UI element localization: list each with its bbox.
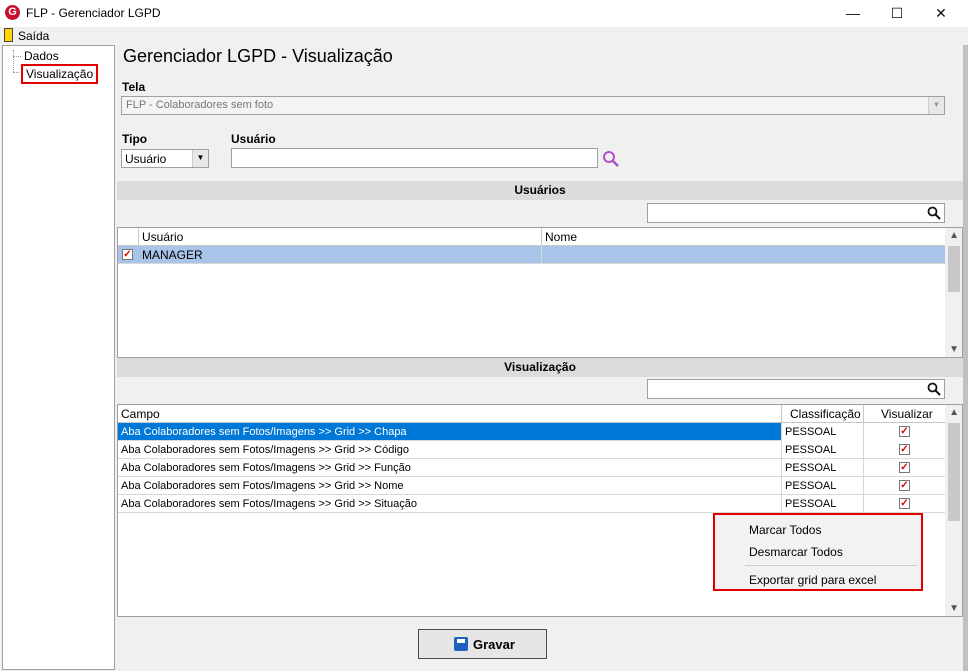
window-title: FLP - Gerenciador LGPD: [26, 6, 161, 20]
vis-header-visualizar[interactable]: Visualizar: [864, 405, 946, 423]
usuario-label: Usuário: [231, 132, 276, 146]
table-row[interactable]: Aba Colaboradores sem Fotos/Imagens >> G…: [118, 495, 946, 513]
save-button[interactable]: Gravar: [418, 629, 547, 659]
table-row[interactable]: Aba Colaboradores sem Fotos/Imagens >> G…: [118, 423, 946, 441]
tela-select[interactable]: FLP - Colaboradores sem foto ▼: [121, 96, 945, 115]
close-button[interactable]: ✕: [918, 0, 964, 27]
visualizar-checkbox[interactable]: ✓: [899, 444, 910, 455]
tela-select-value: FLP - Colaboradores sem foto: [126, 99, 274, 111]
background-window-edge: [963, 45, 968, 671]
vis-row-classificacao: PESSOAL: [782, 441, 864, 459]
menu-exit[interactable]: Saída: [18, 29, 49, 43]
users-section-header: Usuários: [117, 181, 963, 200]
tree-connector: [13, 50, 14, 72]
vis-header-classificacao[interactable]: Classificação: [782, 405, 864, 423]
user-row-nome: [542, 246, 946, 264]
users-scrollbar[interactable]: ▲ ▼: [945, 228, 962, 357]
vis-row-classificacao: PESSOAL: [782, 459, 864, 477]
menu-item-desmarcar-todos[interactable]: Desmarcar Todos: [749, 545, 843, 559]
save-button-label: Gravar: [473, 637, 515, 652]
navigation-tree: [2, 45, 115, 670]
minimize-button[interactable]: —: [830, 0, 876, 27]
tipo-select[interactable]: Usuário ▼: [121, 149, 209, 168]
vis-row-visualizar: ✓: [864, 423, 946, 441]
table-row[interactable]: ✓ MANAGER: [118, 246, 946, 264]
vis-header-campo[interactable]: Campo: [118, 405, 782, 423]
vis-row-classificacao: PESSOAL: [782, 477, 864, 495]
users-grid: Usuário Nome ✓ MANAGER ▲ ▼: [117, 227, 963, 358]
chevron-down-icon[interactable]: ▼: [192, 150, 208, 167]
page-title: Gerenciador LGPD - Visualização: [123, 46, 393, 66]
tree-item-visualizacao[interactable]: Visualização: [21, 64, 99, 84]
table-row[interactable]: Aba Colaboradores sem Fotos/Imagens >> G…: [118, 459, 946, 477]
vis-row-visualizar: ✓: [864, 441, 946, 459]
maximize-button[interactable]: ☐: [874, 0, 920, 27]
exit-door-icon[interactable]: [4, 28, 13, 42]
users-header-check: [118, 228, 139, 246]
search-icon[interactable]: [602, 150, 620, 168]
vis-row-campo: Aba Colaboradores sem Fotos/Imagens >> G…: [118, 441, 782, 459]
app-logo-icon: G: [5, 5, 20, 20]
visualizar-checkbox[interactable]: ✓: [899, 480, 910, 491]
chevron-down-icon[interactable]: ▼: [928, 97, 944, 114]
table-row[interactable]: Aba Colaboradores sem Fotos/Imagens >> G…: [118, 441, 946, 459]
vis-scrollbar[interactable]: ▲ ▼: [945, 405, 962, 616]
tipo-label: Tipo: [122, 132, 148, 146]
search-icon[interactable]: [927, 206, 941, 220]
vis-row-visualizar: ✓: [864, 459, 946, 477]
vis-row-campo: Aba Colaboradores sem Fotos/Imagens >> G…: [118, 459, 782, 477]
user-row-usuario: MANAGER: [139, 246, 542, 264]
menu-separator: [745, 565, 917, 566]
visualizar-checkbox[interactable]: ✓: [899, 426, 910, 437]
tipo-select-value: Usuário: [125, 152, 167, 166]
vis-row-visualizar: ✓: [864, 477, 946, 495]
tree-item-dados[interactable]: Dados: [24, 49, 59, 63]
visualizar-checkbox[interactable]: ✓: [899, 498, 910, 509]
vis-row-classificacao: PESSOAL: [782, 423, 864, 441]
users-filter-input[interactable]: [647, 203, 945, 223]
vis-row-classificacao: PESSOAL: [782, 495, 864, 513]
menu-item-marcar-todos[interactable]: Marcar Todos: [749, 523, 821, 537]
vis-section-header: Visualização: [117, 358, 963, 377]
vis-row-campo: Aba Colaboradores sem Fotos/Imagens >> G…: [118, 495, 782, 513]
tree-connector: [13, 56, 21, 57]
tree-connector: [13, 72, 19, 73]
vis-row-campo: Aba Colaboradores sem Fotos/Imagens >> G…: [118, 423, 782, 441]
users-header-usuario[interactable]: Usuário: [139, 228, 542, 246]
vis-filter-input[interactable]: [647, 379, 945, 399]
context-menu: Marcar Todos Desmarcar Todos Exportar gr…: [713, 513, 923, 591]
usuario-input[interactable]: [231, 148, 598, 168]
visualizar-checkbox[interactable]: ✓: [899, 462, 910, 473]
table-row[interactable]: Aba Colaboradores sem Fotos/Imagens >> G…: [118, 477, 946, 495]
floppy-disk-icon: [454, 637, 468, 651]
tela-label: Tela: [122, 80, 146, 94]
users-header-nome[interactable]: Nome: [542, 228, 946, 246]
menu-item-exportar-excel[interactable]: Exportar grid para excel: [749, 573, 876, 587]
vis-row-visualizar: ✓: [864, 495, 946, 513]
search-icon[interactable]: [927, 382, 941, 396]
vis-row-campo: Aba Colaboradores sem Fotos/Imagens >> G…: [118, 477, 782, 495]
menu-bar: [0, 27, 968, 45]
user-row-checkbox[interactable]: ✓: [122, 249, 133, 260]
